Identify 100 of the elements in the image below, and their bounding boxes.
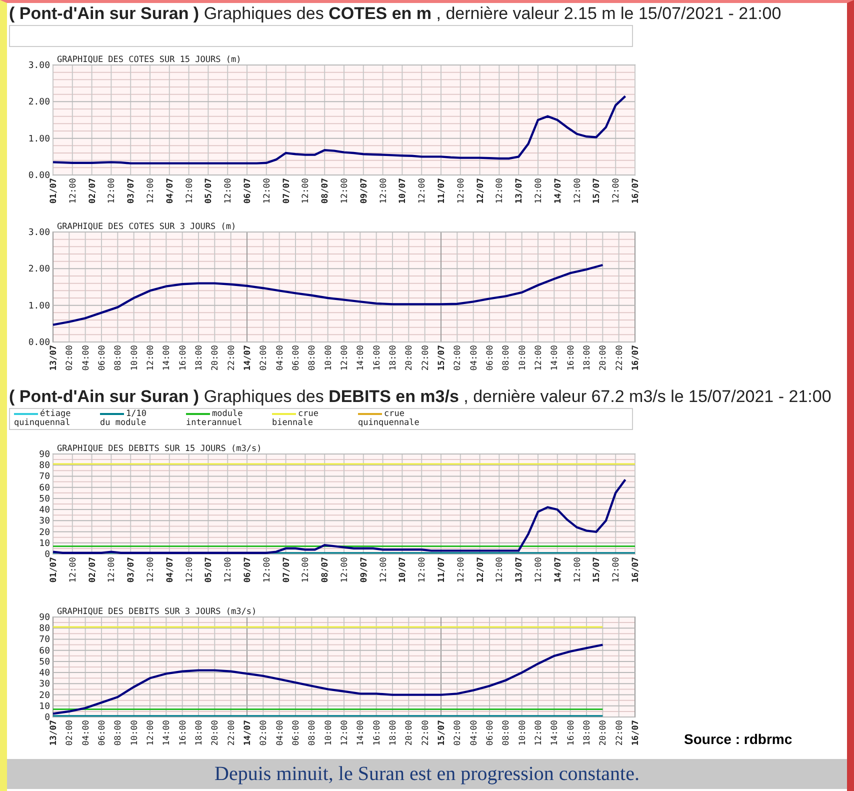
x-tick-label: 12:00 — [107, 557, 118, 583]
x-tick-label: 18:00 — [194, 345, 204, 371]
x-tick-label: 02:00 — [259, 345, 270, 371]
x-tick-label: 22:00 — [420, 345, 431, 371]
x-tick-label: 11/07 — [437, 557, 447, 583]
x-tick-label: 12:00 — [418, 557, 428, 583]
x-tick-label: 14/07 — [553, 178, 564, 204]
x-tick-label: 06:00 — [98, 720, 108, 746]
x-tick-label: 22:00 — [226, 345, 237, 371]
x-tick-label: 12:00 — [146, 345, 156, 371]
x-tick-label: 12:00 — [146, 720, 156, 746]
chart-title: GRAPHIQUE DES COTES SUR 3 JOURS (m) — [57, 222, 236, 232]
x-tick-label: 14:00 — [550, 720, 560, 746]
x-tick-label: 10:00 — [130, 720, 140, 746]
x-tick-label: 04:00 — [81, 720, 92, 746]
x-tick-label: 12:00 — [146, 557, 156, 583]
y-tick-label: 20 — [39, 690, 50, 701]
section-heading: ( Pont-d'Ain sur Suran ) Graphiques des DEBITS en m3/s , dernière valeur 67.2 m3/s le 15/07/2021 - 21:00 — [8, 386, 832, 408]
x-tick-label: 14:00 — [162, 720, 172, 746]
x-tick-label: 04:00 — [275, 345, 286, 371]
x-tick-label: 02:00 — [65, 720, 76, 746]
y-tick-label: 70 — [39, 635, 50, 646]
x-tick-label: 12:00 — [224, 557, 234, 583]
x-tick-label: 16/07 — [631, 178, 641, 204]
x-tick-label: 06/07 — [243, 178, 253, 204]
x-tick-label: 14:00 — [356, 345, 366, 371]
x-tick-label: 12:00 — [572, 178, 583, 204]
y-tick-label: 40 — [39, 506, 50, 516]
x-tick-label: 10/07 — [398, 178, 408, 204]
x-tick-label: 22:00 — [614, 345, 625, 371]
x-tick-label: 10:00 — [518, 345, 528, 371]
x-tick-label: 12:00 — [262, 178, 272, 204]
x-tick-label: 06:00 — [292, 345, 302, 371]
y-tick-label: 40 — [39, 668, 50, 679]
x-tick-label: 12:00 — [262, 557, 272, 583]
x-tick-label: 12:00 — [612, 178, 622, 204]
x-tick-label: 09/07 — [359, 557, 370, 583]
x-tick-label: 12:00 — [456, 178, 466, 204]
y-tick-label: 2.00 — [28, 98, 50, 108]
x-tick-label: 11/07 — [437, 178, 447, 204]
x-tick-label: 14:00 — [162, 345, 172, 371]
x-tick-label: 22:00 — [226, 720, 237, 746]
x-tick-label: 02/07 — [88, 557, 98, 583]
x-tick-label: 20:00 — [598, 720, 609, 746]
x-tick-label: 10/07 — [398, 557, 408, 583]
y-tick-label: 70 — [39, 472, 50, 482]
x-tick-label: 12/07 — [476, 557, 486, 583]
x-tick-label: 12:00 — [534, 720, 544, 746]
x-tick-label: 12:00 — [224, 178, 234, 204]
x-tick-label: 13/07 — [49, 720, 59, 746]
x-tick-label: 03/07 — [126, 557, 137, 583]
x-tick-label: 08:00 — [308, 345, 318, 371]
x-tick-label: 10:00 — [324, 345, 334, 371]
x-tick-label: 01/07 — [49, 178, 59, 204]
y-tick-label: 20 — [39, 528, 50, 538]
y-tick-label: 60 — [39, 646, 50, 656]
x-tick-label: 12:00 — [456, 557, 466, 583]
x-tick-label: 05/07 — [204, 178, 214, 204]
x-tick-label: 03/07 — [126, 178, 137, 204]
y-tick-label: 90 — [39, 450, 50, 460]
x-tick-label: 18:00 — [388, 345, 398, 371]
y-tick-label: 1.00 — [28, 301, 50, 312]
x-tick-label: 02/07 — [88, 178, 98, 204]
chart-title: GRAPHIQUE DES DEBITS SUR 3 JOURS (m3/s) — [57, 607, 257, 617]
x-tick-label: 16/07 — [631, 557, 641, 583]
x-tick-label: 12:00 — [340, 345, 350, 371]
x-tick-label: 12:00 — [534, 345, 544, 371]
x-tick-label: 20:00 — [210, 720, 221, 746]
x-tick-label: 10:00 — [130, 345, 140, 371]
x-tick-label: 12:00 — [495, 557, 506, 583]
y-tick-label: 10 — [39, 538, 50, 549]
y-tick-label: 2.00 — [28, 264, 50, 275]
x-tick-label: 08:00 — [114, 345, 124, 371]
chart-title: GRAPHIQUE DES DEBITS SUR 15 JOURS (m3/s) — [57, 444, 262, 454]
y-tick-label: 1.00 — [28, 134, 50, 144]
x-tick-label: 12:00 — [301, 178, 312, 204]
x-tick-label: 14/07 — [243, 720, 253, 746]
x-tick-label: 16:00 — [372, 720, 382, 746]
y-tick-label: 0.00 — [28, 171, 50, 181]
x-tick-label: 16:00 — [566, 345, 576, 371]
x-tick-label: 14/07 — [243, 345, 253, 371]
x-tick-label: 13/07 — [514, 557, 525, 583]
x-tick-label: 12:00 — [534, 178, 544, 204]
x-tick-label: 12:00 — [572, 557, 583, 583]
y-tick-label: 30 — [39, 680, 50, 690]
x-tick-label: 16/07 — [631, 345, 641, 371]
x-tick-label: 02:00 — [453, 345, 464, 371]
x-tick-label: 16:00 — [372, 345, 382, 371]
x-tick-label: 20:00 — [404, 345, 415, 371]
x-tick-label: 12:00 — [184, 557, 195, 583]
x-tick-label: 05/07 — [204, 557, 214, 583]
x-tick-label: 15/07 — [592, 178, 602, 204]
x-tick-label: 18:00 — [194, 720, 204, 746]
y-tick-label: 50 — [39, 657, 50, 668]
x-tick-label: 04/07 — [165, 557, 176, 583]
x-tick-label: 02:00 — [453, 720, 464, 746]
x-tick-label: 12:00 — [340, 178, 350, 204]
x-tick-label: 16:00 — [178, 345, 188, 371]
x-tick-label: 12:00 — [612, 557, 622, 583]
chart-title: GRAPHIQUE DES COTES SUR 15 JOURS (m) — [57, 55, 242, 65]
